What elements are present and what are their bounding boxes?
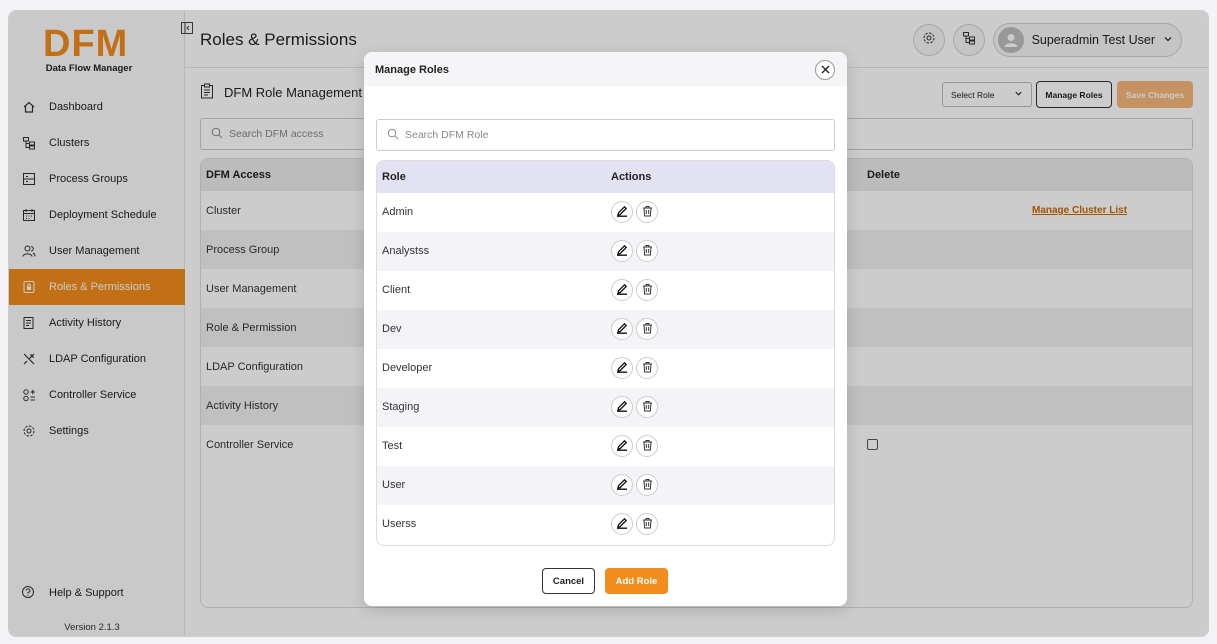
- delete-role-button[interactable]: [636, 240, 658, 262]
- role-name: Analystss: [382, 245, 430, 257]
- role-name: Staging: [382, 401, 420, 413]
- edit-role-button[interactable]: [611, 279, 633, 301]
- trash-icon: [642, 517, 653, 532]
- table-row: Userss: [377, 505, 834, 544]
- add-role-button[interactable]: Add Role: [605, 568, 668, 594]
- pencil-icon: [616, 205, 628, 220]
- pencil-icon: [616, 244, 628, 259]
- role-name: User: [382, 479, 406, 491]
- table-row: Test: [377, 427, 834, 466]
- search-placeholder: Search DFM Role: [405, 129, 489, 141]
- table-row: Dev: [377, 310, 834, 349]
- close-button[interactable]: [815, 60, 835, 80]
- table-row: Client: [377, 271, 834, 310]
- edit-role-button[interactable]: [611, 357, 633, 379]
- role-search-input[interactable]: Search DFM Role: [376, 119, 835, 151]
- row-actions: [611, 201, 658, 223]
- edit-role-button[interactable]: [611, 396, 633, 418]
- trash-icon: [642, 205, 653, 220]
- table-row: Analystss: [377, 232, 834, 271]
- role-name: Admin: [382, 206, 414, 218]
- trash-icon: [642, 283, 653, 298]
- table-row: Staging: [377, 388, 834, 427]
- role-name: Test: [382, 440, 403, 452]
- edit-role-button[interactable]: [611, 474, 633, 496]
- manage-roles-modal: Manage Roles Search DFM Role Role Action…: [364, 52, 847, 606]
- pencil-icon: [616, 322, 628, 337]
- role-name: Dev: [382, 323, 402, 335]
- role-name: Userss: [382, 518, 417, 530]
- edit-role-button[interactable]: [611, 513, 633, 535]
- row-actions: [611, 240, 658, 262]
- row-actions: [611, 396, 658, 418]
- edit-role-button[interactable]: [611, 240, 633, 262]
- app-frame: DFM Data Flow Manager Dashboard Clusters…: [8, 10, 1209, 637]
- trash-icon: [642, 439, 653, 454]
- delete-role-button[interactable]: [636, 396, 658, 418]
- pencil-icon: [616, 400, 628, 415]
- delete-role-button[interactable]: [636, 435, 658, 457]
- pencil-icon: [616, 361, 628, 376]
- table-row: Developer: [377, 349, 834, 388]
- delete-role-button[interactable]: [636, 474, 658, 496]
- trash-icon: [642, 361, 653, 376]
- edit-role-button[interactable]: [611, 435, 633, 457]
- search-icon: [387, 128, 399, 143]
- row-actions: [611, 357, 658, 379]
- close-icon: [821, 61, 830, 79]
- modal-header: Manage Roles: [364, 52, 847, 86]
- pencil-icon: [616, 517, 628, 532]
- delete-role-button[interactable]: [636, 201, 658, 223]
- delete-role-button[interactable]: [636, 357, 658, 379]
- row-actions: [611, 279, 658, 301]
- row-actions: [611, 435, 658, 457]
- col-actions: Actions: [611, 171, 652, 183]
- trash-icon: [642, 322, 653, 337]
- edit-role-button[interactable]: [611, 318, 633, 340]
- trash-icon: [642, 478, 653, 493]
- trash-icon: [642, 244, 653, 259]
- row-actions: [611, 318, 658, 340]
- roles-list: Admin Analystss Client Dev Developer Staging T…: [377, 193, 834, 544]
- table-row: Admin: [377, 193, 834, 232]
- pencil-icon: [616, 283, 628, 298]
- delete-role-button[interactable]: [636, 318, 658, 340]
- role-name: Developer: [382, 362, 433, 374]
- table-header: Role Actions: [377, 161, 834, 193]
- trash-icon: [642, 400, 653, 415]
- delete-role-button[interactable]: [636, 513, 658, 535]
- roles-table: Role Actions Admin Analystss Client Dev Deve…: [376, 160, 835, 546]
- cancel-button[interactable]: Cancel: [542, 568, 595, 594]
- edit-role-button[interactable]: [611, 201, 633, 223]
- col-role: Role: [382, 171, 406, 183]
- role-name: Client: [382, 284, 411, 296]
- pencil-icon: [616, 439, 628, 454]
- modal-title: Manage Roles: [375, 64, 449, 76]
- row-actions: [611, 513, 658, 535]
- table-row: User: [377, 466, 834, 505]
- row-actions: [611, 474, 658, 496]
- pencil-icon: [616, 478, 628, 493]
- delete-role-button[interactable]: [636, 279, 658, 301]
